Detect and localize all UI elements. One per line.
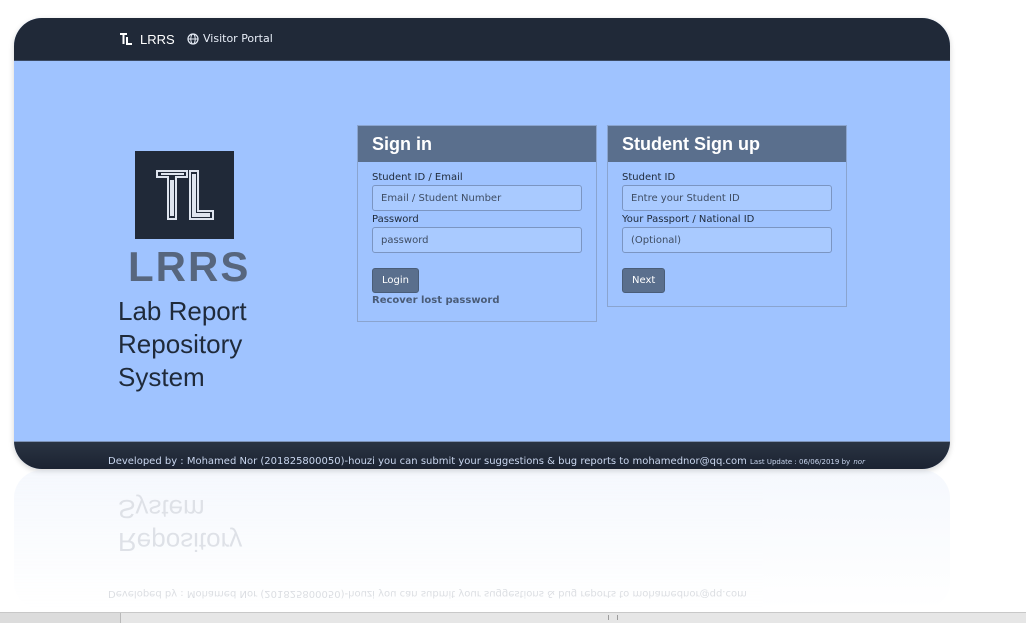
reflection-system-name: Repository System [118, 492, 242, 558]
reflection-line: Repository [118, 527, 243, 557]
visitor-portal-link[interactable]: Visitor Portal [187, 32, 273, 45]
signup-form: Student ID Entre your Student ID Your Pa… [608, 162, 846, 306]
globe-icon [187, 32, 199, 45]
password-input[interactable]: password [372, 227, 582, 253]
signin-panel: Sign in Student ID / Email Email / Stude… [357, 125, 597, 322]
visitor-portal-label: Visitor Portal [203, 32, 273, 45]
passport-label: Your Passport / National ID [622, 214, 755, 225]
system-name-line: Repository [118, 329, 243, 359]
recover-password-link[interactable]: Recover lost password [372, 295, 582, 306]
top-navbar: LRRS Visitor Portal [14, 18, 950, 61]
footer: Developed by : Mohamed Nor (201825800050… [14, 441, 950, 469]
window-reflection: Developed by : Mohamed Nor (201825800050… [14, 470, 950, 610]
passport-input[interactable]: (Optional) [622, 227, 832, 253]
horizontal-scrollbar[interactable] [0, 612, 1026, 623]
lrrs-logo-icon [118, 31, 134, 47]
reflection-footer-text: Developed by : Mohamed Nor (201825800050… [108, 588, 747, 599]
password-label: Password [372, 214, 419, 225]
system-name: Lab Report Repository System [118, 295, 318, 394]
brand-text: LRRS [140, 31, 175, 47]
brand-link[interactable]: LRRS [118, 31, 175, 47]
signin-form: Student ID / Email Email / Student Numbe… [358, 162, 596, 321]
student-id-email-label: Student ID / Email [372, 172, 463, 183]
signin-title: Sign in [358, 126, 596, 162]
student-id-email-input[interactable]: Email / Student Number [372, 185, 582, 211]
signup-title: Student Sign up [608, 126, 846, 162]
next-button[interactable]: Next [622, 268, 666, 293]
student-id-input[interactable]: Entre your Student ID [622, 185, 832, 211]
app-window: LRRS Visitor Portal LRRS Lab Report Repo… [14, 18, 950, 469]
student-id-label: Student ID [622, 172, 676, 183]
footer-author: nor [853, 458, 865, 466]
signup-panel: Student Sign up Student ID Entre your St… [607, 125, 847, 307]
footer-last-update: Last Update : 06/06/2019 by [750, 458, 851, 466]
footer-text: Developed by : Mohamed Nor (201825800050… [108, 456, 865, 467]
login-button[interactable]: Login [372, 268, 419, 293]
lrrs-logo-mark-icon [155, 170, 214, 220]
system-name-line: System [118, 362, 205, 392]
system-name-line: Lab Report [118, 296, 247, 326]
scrollbar-grip-icon[interactable] [608, 615, 618, 620]
reflection-line: System [118, 494, 205, 524]
lrrs-logo [135, 151, 234, 239]
footer-credits: Developed by : Mohamed Nor (201825800050… [108, 456, 747, 467]
logo-abbreviation: LRRS [128, 243, 251, 290]
